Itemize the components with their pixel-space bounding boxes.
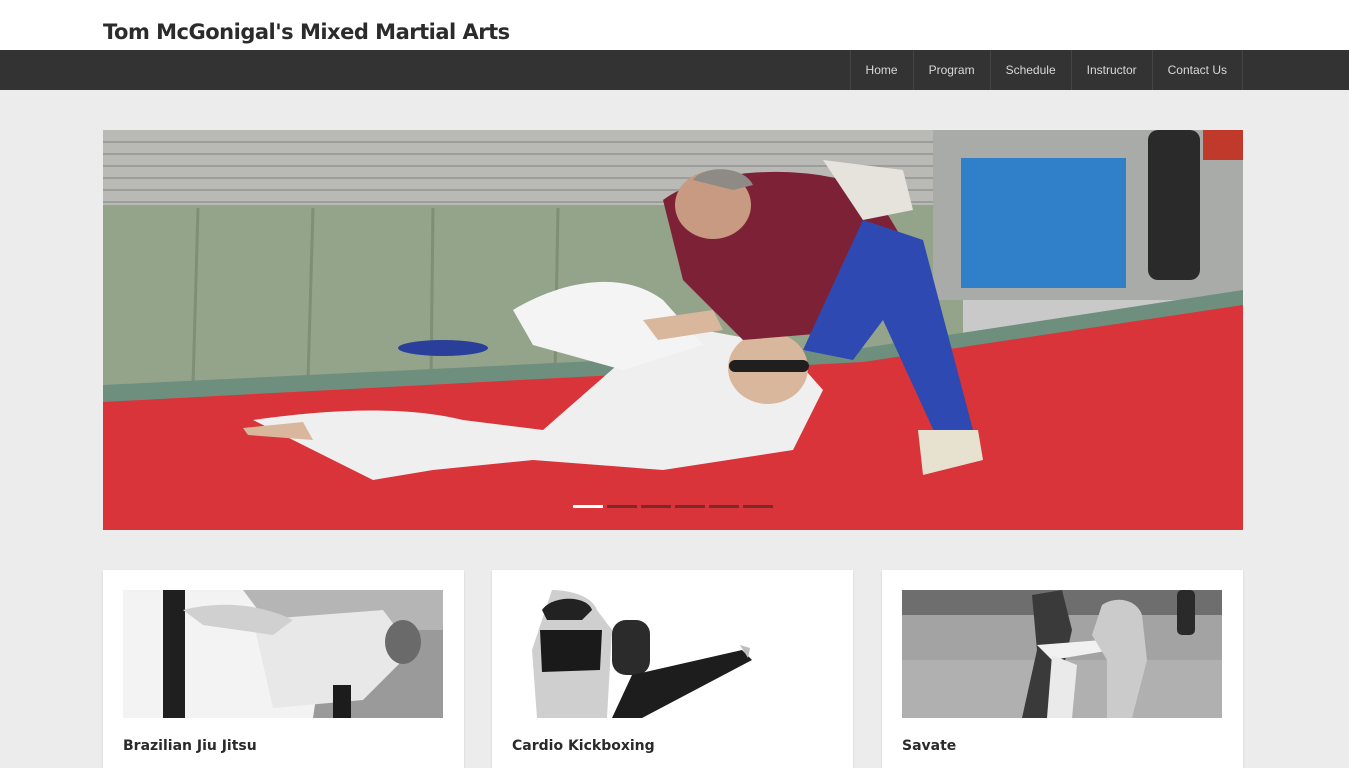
program-image-cardio-kickboxing[interactable] [512,590,832,718]
nav-menu: Home Program Schedule Instructor Contact… [849,50,1243,90]
slider-dot-6[interactable] [743,505,773,508]
program-card-savate[interactable]: Savate [882,570,1243,768]
hero-slider[interactable] [103,130,1243,530]
main-navbar: Home Program Schedule Instructor Contact… [0,50,1349,90]
slider-dot-5[interactable] [709,505,739,508]
nav-item-instructor[interactable]: Instructor [1072,50,1153,90]
nav-item-home[interactable]: Home [851,50,914,90]
slider-dot-3[interactable] [641,505,671,508]
slider-dot-1[interactable] [573,505,603,508]
program-title-savate[interactable]: Savate [902,738,956,754]
program-title-bjj[interactable]: Brazilian Jiu Jitsu [123,738,257,754]
hero-slide-image [103,130,1243,530]
nav-item-program[interactable]: Program [914,50,991,90]
nav-item-schedule[interactable]: Schedule [991,50,1072,90]
site-title[interactable]: Tom McGonigal's Mixed Martial Arts [103,20,510,44]
program-card-bjj[interactable]: Brazilian Jiu Jitsu [103,570,464,768]
nav-item-contact-us[interactable]: Contact Us [1153,50,1243,90]
program-card-cardio-kickboxing[interactable]: Cardio Kickboxing [492,570,853,768]
site-header: Tom McGonigal's Mixed Martial Arts [0,0,1349,50]
program-title-cardio-kickboxing[interactable]: Cardio Kickboxing [512,738,655,754]
program-image-bjj[interactable] [123,590,443,718]
slider-dots [573,505,773,508]
slider-dot-4[interactable] [675,505,705,508]
program-image-savate[interactable] [902,590,1222,718]
slider-dot-2[interactable] [607,505,637,508]
